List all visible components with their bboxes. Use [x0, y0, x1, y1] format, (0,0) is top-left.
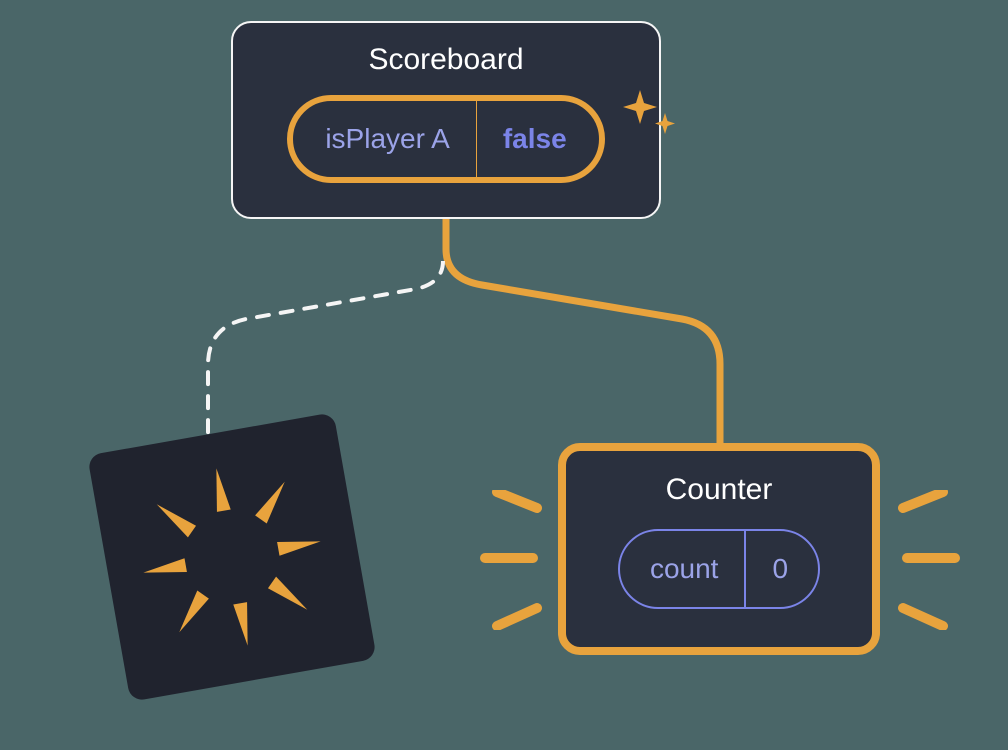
scoreboard-card: Scoreboard isPlayer A false [231, 21, 661, 219]
scoreboard-state-value: false [477, 101, 599, 177]
counter-state-pill: count 0 [618, 529, 820, 609]
counter-card: Counter count 0 [558, 443, 880, 655]
connector-solid [442, 219, 742, 449]
emphasis-rays-left-icon [475, 490, 565, 630]
destroyed-node-box [87, 412, 377, 702]
counter-title: Counter [666, 473, 773, 507]
emphasis-rays-right-icon [875, 490, 965, 630]
diagram-stage: Scoreboard isPlayer A false Counter [0, 0, 1008, 750]
counter-state-value: 0 [746, 531, 818, 607]
scoreboard-state-pill: isPlayer A false [287, 95, 604, 183]
scoreboard-title: Scoreboard [368, 43, 523, 77]
counter-state-key: count [620, 531, 747, 607]
scoreboard-state-key: isPlayer A [293, 101, 477, 177]
